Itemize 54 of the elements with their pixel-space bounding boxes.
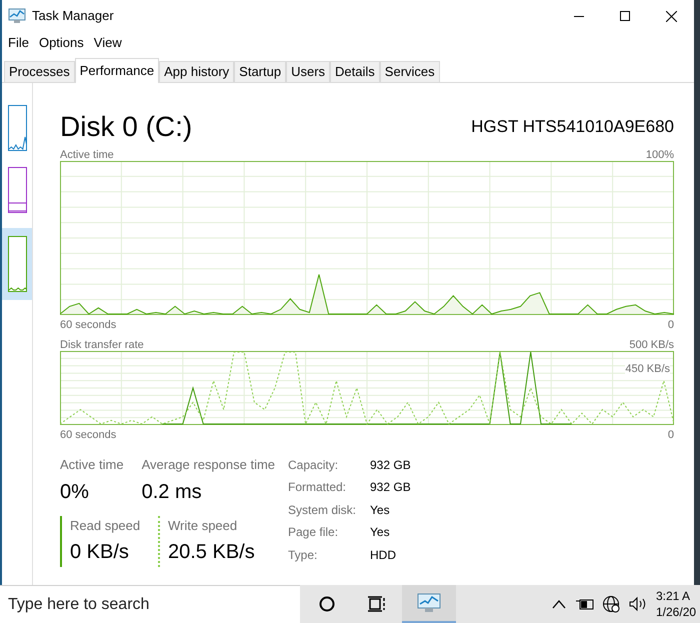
property-value: Yes [370, 524, 391, 542]
stat-value: 0% [60, 480, 90, 504]
property-label: Capacity: [288, 457, 340, 474]
maximize-icon [620, 11, 630, 21]
property-value: HDD [370, 546, 397, 564]
speed-value: 20.5 KB/s [168, 540, 255, 565]
disk-model: HGST HTS541010A9E680 [471, 118, 674, 135]
clock-date[interactable]: 1/26/20 [656, 604, 696, 620]
circle-icon[interactable] [319, 596, 335, 612]
sidebar-item[interactable] [2, 228, 32, 300]
globe-icon[interactable] [602, 595, 620, 613]
tab[interactable]: Processes [4, 61, 75, 82]
speaker-icon[interactable] [628, 596, 648, 612]
tab[interactable]: Services [380, 61, 440, 82]
tab[interactable]: Details [330, 61, 380, 82]
search-field[interactable]: Type here to search [0, 585, 300, 623]
window-title: Task Manager [32, 7, 114, 26]
menu-item[interactable]: Options [38, 32, 84, 52]
property-label: Type: [288, 546, 318, 564]
tab[interactable]: Users [286, 61, 330, 82]
speed-label: Write speed [168, 516, 238, 535]
chevron-up-icon[interactable] [552, 599, 566, 609]
property-label: Formatted: [288, 479, 348, 496]
graph-label: Disk transfer rate [60, 338, 144, 351]
property-value: 932 GB [370, 457, 411, 474]
property-label: System disk: [288, 502, 358, 519]
tab[interactable]: App history [159, 61, 234, 82]
stat-label: Active time [60, 456, 124, 474]
graph-label: Active time [60, 148, 114, 161]
time-span-label: 60 seconds [60, 428, 116, 441]
taskbar-app-button[interactable] [402, 585, 456, 623]
menu-item[interactable]: View [94, 32, 122, 52]
graph-max-label: 100% [646, 148, 674, 161]
time-span-label: 60 seconds [60, 318, 116, 331]
graph-min-label: 0 [668, 318, 674, 331]
speed-value: 0 KB/s [70, 540, 130, 565]
stat-value: 0.2 ms [142, 480, 203, 504]
clock-time[interactable]: 3:21 A [656, 588, 690, 604]
menu-item[interactable]: File [8, 32, 29, 52]
speed-label: Read speed [70, 516, 142, 535]
battery-icon[interactable] [576, 598, 594, 610]
graph-max-label: 500 KB/s [629, 338, 674, 351]
tab[interactable]: Startup [234, 61, 286, 82]
graph-min-label: 0 [668, 428, 674, 441]
tab[interactable]: Performance [74, 58, 160, 83]
monitor-graph-icon [8, 8, 26, 24]
task-view-icon[interactable] [368, 596, 386, 612]
property-value: Yes [370, 502, 391, 519]
disk-title: Disk 0 (C:) [60, 113, 192, 141]
property-label: Page file: [288, 524, 340, 542]
close-icon [666, 10, 676, 22]
stat-label: Average response time [142, 456, 276, 474]
property-value: 932 GB [370, 479, 411, 496]
monitor-graph-icon [416, 592, 442, 614]
